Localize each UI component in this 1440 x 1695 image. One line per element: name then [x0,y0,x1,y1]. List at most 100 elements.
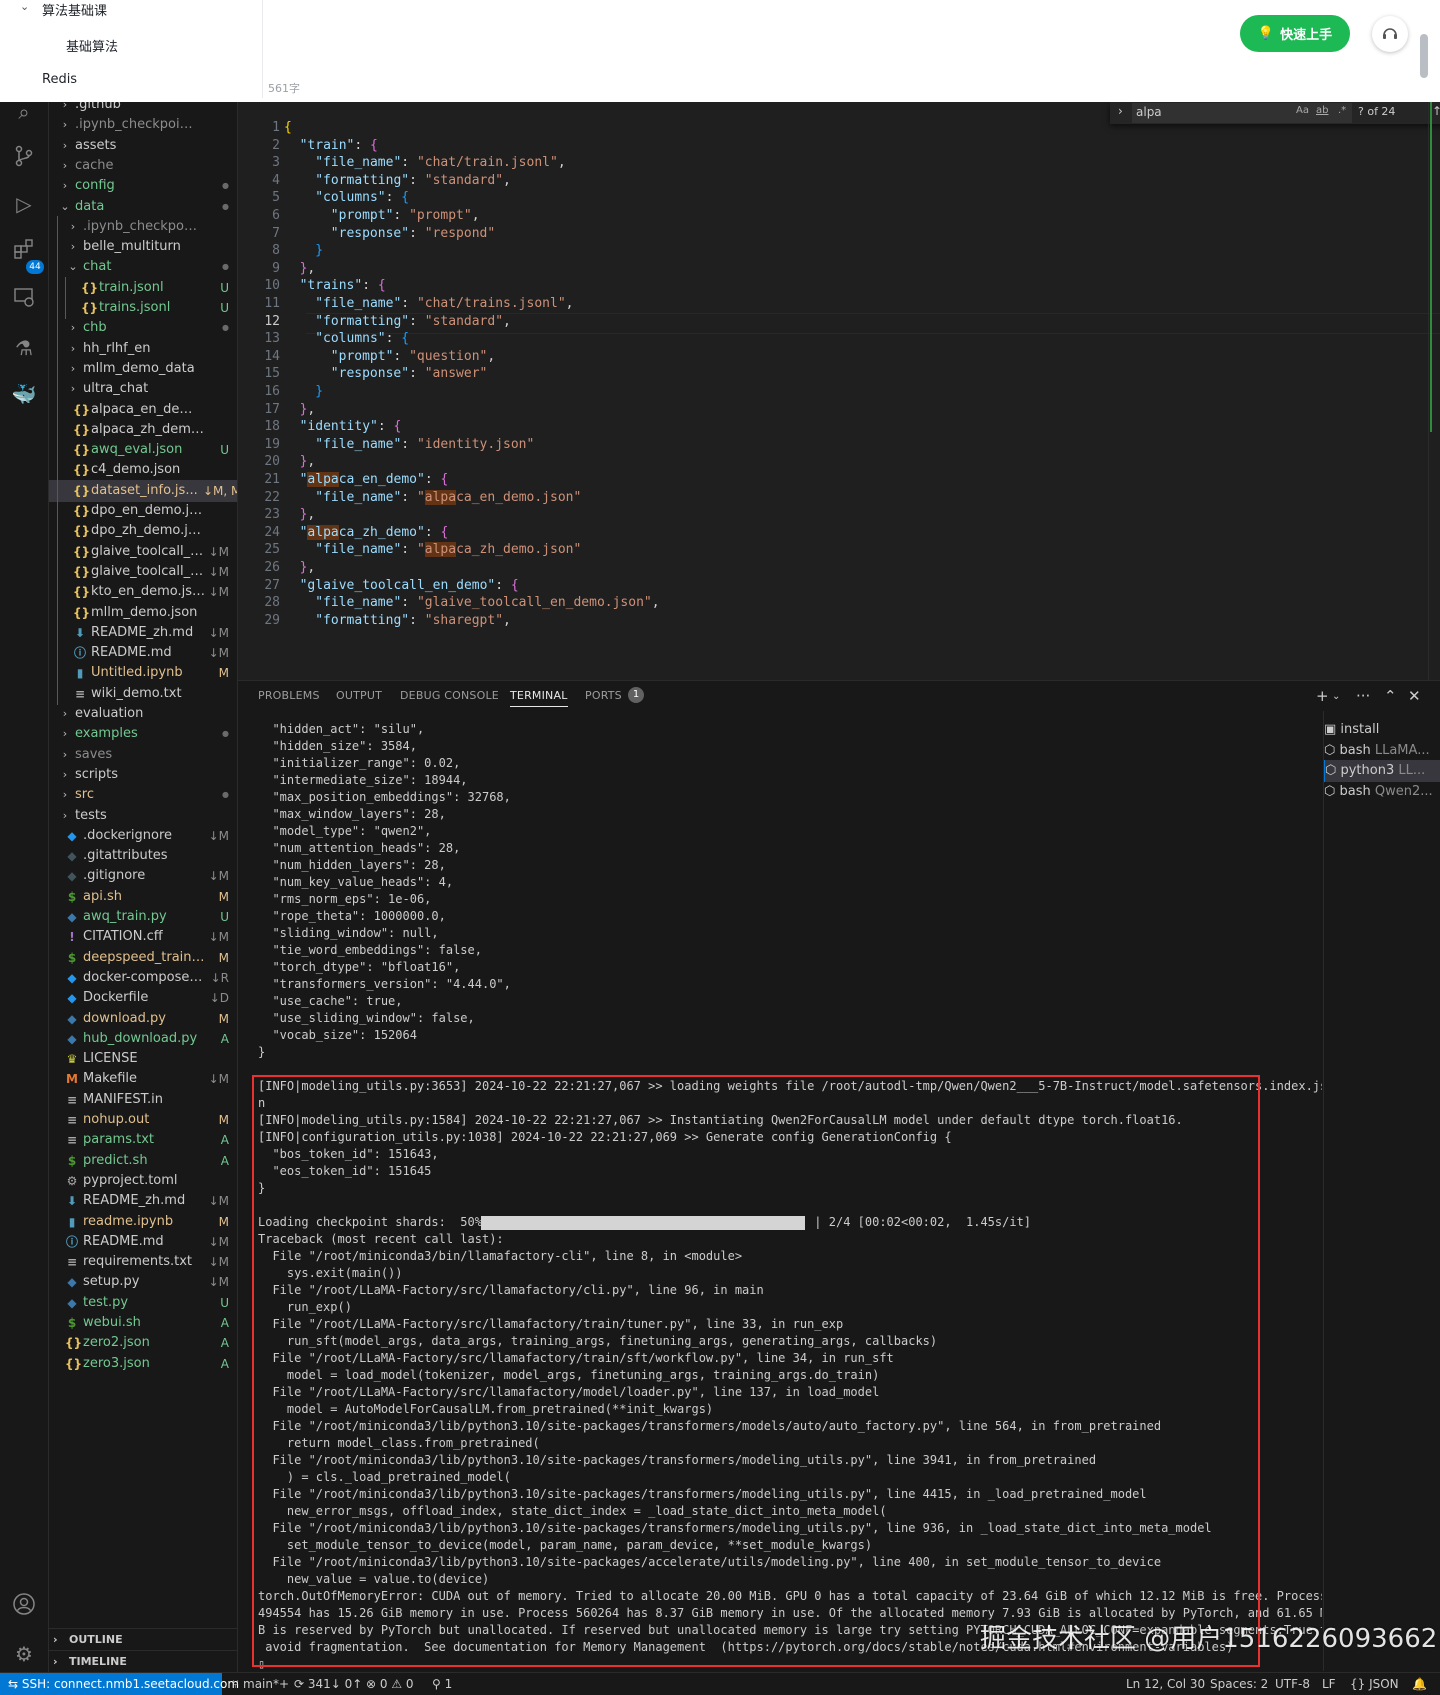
folder-item[interactable]: › chb ● [49,317,237,340]
end-of-line[interactable]: LF [1322,1673,1336,1695]
folder-item[interactable]: › scripts [49,764,237,786]
folder-item[interactable]: › .ipynb_checkpoints [49,215,237,238]
file-item[interactable]: ◆ setup.py ↓M [49,1271,237,1293]
overlay-scrollbar[interactable] [1420,34,1428,78]
support-button[interactable] [1372,16,1408,52]
encoding[interactable]: UTF-8 [1275,1673,1310,1695]
folder-item[interactable]: ⌄ chat ● [49,256,237,279]
file-item[interactable]: {} awq_eval.json U [49,439,237,462]
terminal-tab[interactable]: ⬡ bash Qwen2... [1324,781,1440,803]
ports-indicator[interactable]: ⚲ 1 [432,1673,452,1695]
file-item[interactable]: ◆ hub_download.py A [49,1028,237,1050]
terminal-tab[interactable]: ▣ install [1324,719,1440,741]
file-item[interactable]: {} glaive_toolcall_e... ↓M [49,540,237,563]
file-item[interactable]: ≡ nohup.out M [49,1109,237,1131]
tab-debug-console[interactable]: DEBUG CONSOLE [400,689,499,702]
file-item[interactable]: ◆ .dockerignore ↓M [49,825,237,847]
close-icon[interactable]: ✕ [1408,687,1421,705]
file-item[interactable]: ◆ Dockerfile ↓D [49,987,237,1009]
terminal-tab[interactable]: ⬡ python3 LL... [1324,760,1440,782]
file-item[interactable]: ⬇ README_zh.md ↓M [49,1190,237,1212]
file-item[interactable]: ◆ download.py M [49,1008,237,1030]
file-item[interactable]: ⬇ README_zh.md ↓M [49,621,237,644]
file-item[interactable]: ≡ params.txt A [49,1129,237,1151]
regex-icon[interactable]: .* [1338,105,1346,116]
file-item[interactable]: ♛ LICENSE [49,1048,237,1070]
match-case-icon[interactable]: Aa [1296,105,1309,116]
gear-icon[interactable]: ⚙ [10,1640,38,1668]
file-item[interactable]: ⓘ README.md ↓M [49,1231,237,1253]
cursor-position[interactable]: Ln 12, Col 30 [1126,1673,1205,1695]
folder-item[interactable]: › mllm_demo_data [49,357,237,380]
docker-icon[interactable]: 🐳 [10,380,38,408]
remote-explorer-icon[interactable] [10,286,38,314]
folder-item[interactable]: › hh_rlhf_en [49,337,237,360]
arrow-up-icon[interactable]: ↑ [1432,104,1440,118]
file-item[interactable]: {} zero2.json A [49,1332,237,1354]
folder-item[interactable]: › config ● [49,175,237,197]
folder-item[interactable]: › saves [49,744,237,766]
file-item[interactable]: ◆ .gitattributes [49,845,237,867]
folder-item[interactable]: › belle_multiturn [49,236,237,259]
remote-indicator[interactable]: ⇆ SSH: connect.nmb1.seetacloud.com [0,1673,239,1695]
file-item[interactable]: {}alpaca_en_demo.json [49,398,237,421]
file-item[interactable]: ◆ docker-compose.yml ↓R [49,967,237,989]
file-item[interactable]: ◆ awq_train.py U [49,906,237,928]
testing-icon[interactable]: ⚗ [10,334,38,362]
file-item[interactable]: $ webui.sh A [49,1312,237,1334]
maximize-panel-icon[interactable]: ⌃ [1384,687,1397,705]
folder-item[interactable]: › tests [49,805,237,827]
terminal-tab[interactable]: ⬡ bash LLaMA... [1324,740,1440,762]
timeline-section[interactable]: › TIMELINE [49,1650,237,1672]
chevron-right-icon[interactable]: › [1118,104,1123,118]
file-item[interactable]: M Makefile ↓M [49,1068,237,1090]
file-item[interactable]: ! CITATION.cff ↓M [49,926,237,948]
tab-problems[interactable]: PROBLEMS [258,689,320,702]
language-mode[interactable]: {} JSON [1350,1673,1399,1695]
branch-indicator[interactable]: ⑂ main*+ [232,1673,289,1695]
sync-indicator[interactable]: ⟳ 341↓ 0↑ [294,1673,362,1695]
add-terminal-icon[interactable]: + [1316,687,1329,705]
file-item[interactable]: ⓘ README.md ↓M [49,642,237,665]
problems-indicator[interactable]: ⊗ 0 ⚠ 0 [366,1673,414,1695]
file-item[interactable]: {} c4_demo.json [49,459,237,482]
chevron-down-icon[interactable]: ⌄ [20,0,29,13]
file-item[interactable]: {} train.jsonl U [49,276,237,299]
file-item[interactable]: {} zero3.json A [49,1353,237,1375]
file-item[interactable]: ⚙ pyproject.toml [49,1170,237,1192]
folder-item[interactable]: › evaluation [49,703,237,725]
indentation[interactable]: Spaces: 2 [1210,1673,1268,1695]
file-item[interactable]: {} mllm_demo.json [49,601,237,624]
tab-terminal[interactable]: TERMINAL [510,689,568,707]
extensions-icon[interactable] [10,238,38,266]
file-item[interactable]: {} trains.jsonl U [49,297,237,319]
tree-group-label[interactable]: 算法基础课 [42,0,107,19]
file-item[interactable]: ▮ Untitled.ipynb M [49,662,237,685]
file-item[interactable]: {} dpo_zh_demo.json [49,520,237,543]
file-item[interactable]: $ deepspeed_train.sh M [49,947,237,969]
account-icon[interactable] [10,1592,38,1620]
file-item[interactable]: $ predict.sh A [49,1150,237,1172]
file-item[interactable]: {} dataset_info.js... ↓M, M [49,479,237,502]
folder-item[interactable]: › assets [49,135,237,157]
quickstart-button[interactable]: 💡 快速上手 [1240,15,1350,52]
file-item[interactable]: ≡ requirements.txt ↓M [49,1251,237,1273]
file-item[interactable]: ≡ wiki_demo.txt [49,682,237,705]
file-item[interactable]: ▮ readme.ipynb M [49,1211,237,1233]
folder-item[interactable]: ⌄ data ● [49,196,237,218]
tree-item-redis[interactable]: Redis [42,72,77,87]
tree-child-label[interactable]: 基础算法 [66,36,118,55]
file-item[interactable]: {} dpo_en_demo.json [49,500,237,522]
file-item[interactable]: ≡ MANIFEST.in [49,1089,237,1111]
chevron-down-icon[interactable]: ⌄ [1332,691,1340,702]
tab-ports[interactable]: PORTS [585,689,622,702]
source-control-icon[interactable] [10,144,38,172]
file-item[interactable]: {}alpaca_zh_demo.json [49,418,237,441]
file-item[interactable]: {} glaive_toolcall_zh... ↓M [49,560,237,583]
folder-item[interactable]: › .ipynb_checkpoints [49,114,237,136]
run-debug-icon[interactable]: ▷ [10,190,38,218]
find-input[interactable]: alpa Aa ab .* [1132,103,1352,123]
whole-word-icon[interactable]: ab [1316,105,1328,116]
tab-output[interactable]: OUTPUT [336,689,382,702]
bell-icon[interactable]: 🔔 [1412,1673,1427,1695]
